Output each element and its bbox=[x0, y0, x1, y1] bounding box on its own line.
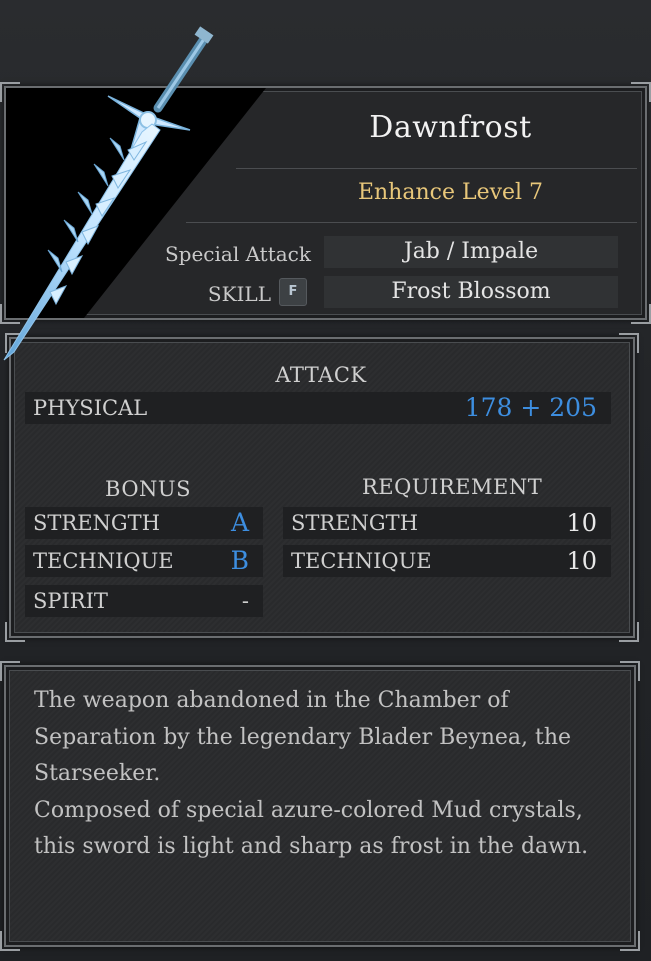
panel-corner bbox=[5, 333, 25, 353]
panel-corner bbox=[0, 931, 20, 951]
lore-paragraph: The weapon abandoned in the Chamber of S… bbox=[34, 688, 572, 786]
item-name: Dawnfrost bbox=[369, 110, 532, 145]
physical-attack-row: PHYSICAL 178 + 205 bbox=[25, 392, 611, 424]
skill-key-badge: F bbox=[279, 278, 307, 306]
bonus-label: TECHNIQUE bbox=[33, 549, 174, 573]
panel-corner bbox=[631, 82, 651, 102]
bonus-grade: - bbox=[241, 589, 249, 613]
panel-corner bbox=[620, 661, 640, 681]
physical-label: PHYSICAL bbox=[33, 396, 148, 420]
panel-corner bbox=[5, 622, 25, 642]
panel-corner bbox=[619, 622, 639, 642]
lore-text: The weapon abandoned in the Chamber of S… bbox=[34, 683, 624, 866]
item-header-panel: Dawnfrost Enhance Level 7 Special Attack… bbox=[0, 82, 651, 324]
requirement-value: 10 bbox=[566, 509, 597, 537]
divider bbox=[236, 168, 637, 169]
bonus-row: STRENGTH A bbox=[25, 507, 263, 539]
requirement-label: STRENGTH bbox=[291, 511, 419, 535]
enhance-level: Enhance Level 7 bbox=[357, 180, 544, 205]
panel-corner bbox=[0, 304, 20, 324]
requirement-title: REQUIREMENT bbox=[362, 475, 543, 499]
panel-corner bbox=[631, 304, 651, 324]
lore-paragraph: Composed of special azure-colored Mud cr… bbox=[34, 797, 589, 860]
panel-corner bbox=[620, 931, 640, 951]
skill-label: SKILL bbox=[207, 282, 271, 306]
bonus-grade: B bbox=[230, 546, 249, 575]
bonus-row: SPIRIT - bbox=[25, 585, 263, 617]
panel-corner bbox=[0, 661, 20, 681]
bonus-row: TECHNIQUE B bbox=[25, 545, 263, 577]
lore-panel: The weapon abandoned in the Chamber of S… bbox=[0, 661, 640, 951]
bonus-title: BONUS bbox=[105, 477, 191, 501]
divider bbox=[186, 222, 637, 223]
requirement-row: STRENGTH 10 bbox=[283, 507, 611, 539]
bonus-label: STRENGTH bbox=[33, 511, 161, 535]
attack-title: ATTACK bbox=[275, 363, 367, 387]
physical-value: 178 + 205 bbox=[464, 393, 597, 422]
requirement-row: TECHNIQUE 10 bbox=[283, 545, 611, 577]
requirement-label: TECHNIQUE bbox=[291, 549, 432, 573]
special-attack-label: Special Attack bbox=[164, 242, 311, 266]
bonus-label: SPIRIT bbox=[33, 589, 108, 613]
panel-corner bbox=[0, 82, 20, 102]
skill-value: Frost Blossom bbox=[324, 276, 618, 308]
panel-corner bbox=[619, 333, 639, 353]
bonus-grade: A bbox=[230, 508, 249, 537]
stats-panel: ATTACK PHYSICAL 178 + 205 BONUS REQUIREM… bbox=[5, 333, 639, 642]
requirement-value: 10 bbox=[566, 547, 597, 575]
special-attack-value: Jab / Impale bbox=[324, 236, 618, 268]
